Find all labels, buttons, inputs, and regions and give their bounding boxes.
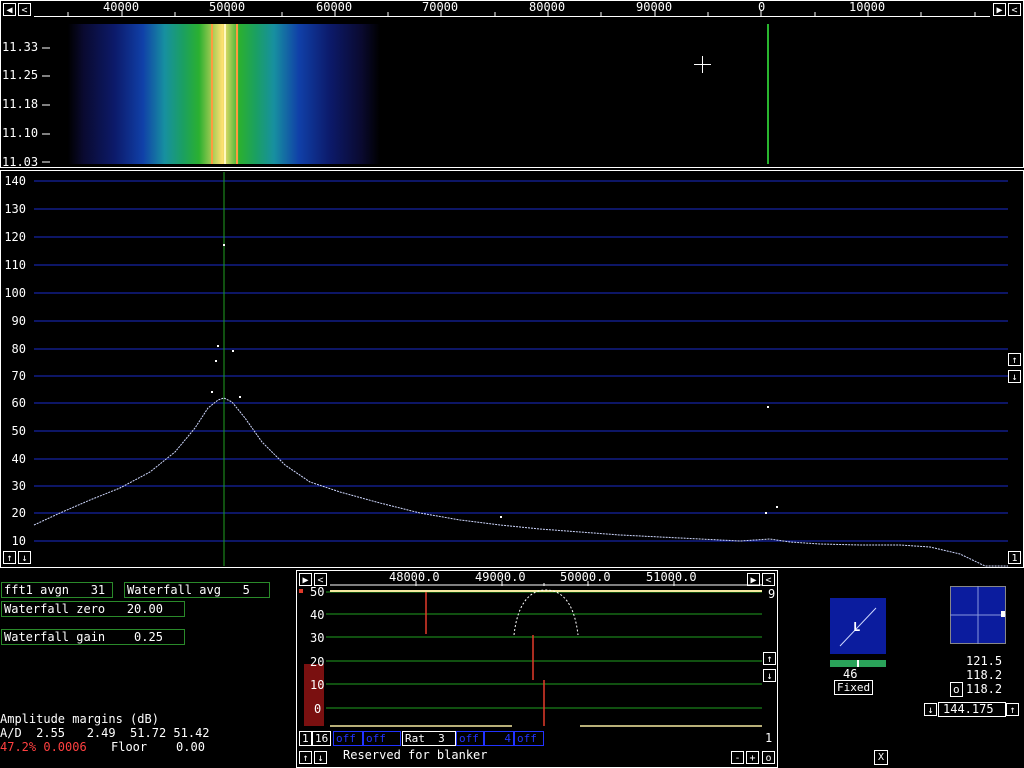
bb-scale-down-button[interactable]: ↓ <box>763 669 776 682</box>
smeter-bar-tick <box>857 660 859 667</box>
bb-off-button-2[interactable]: off <box>363 731 401 746</box>
freq-o-button[interactable]: o <box>950 682 963 697</box>
wf-time-ticks <box>42 47 50 163</box>
waterfall-green-line <box>767 24 769 164</box>
bb-right-num: 9 <box>768 587 776 601</box>
spectrum-y-label: 140 <box>4 174 26 188</box>
bb-y-label: 30 <box>310 631 325 645</box>
bb-off-button-3[interactable]: off <box>456 731 484 746</box>
spectrum-grid <box>33 172 1008 567</box>
bb-marker <box>299 589 303 593</box>
fft1-avgn-field[interactable]: fft1 avgn 31 <box>1 582 113 598</box>
bb-rat-button[interactable]: Rat 3 <box>402 731 456 746</box>
spectrum-scale-down-button[interactable]: ↓ <box>1008 370 1021 383</box>
bb-plus-button[interactable]: + <box>746 751 759 764</box>
spectrum-y-label: 90 <box>11 314 26 328</box>
bb-bits-button[interactable]: 16 <box>312 731 332 746</box>
spectrum-y-label: 10 <box>11 534 26 548</box>
spectrum-y-label: 40 <box>11 452 26 466</box>
spectrum-y-label: 130 <box>4 202 26 216</box>
bb-off-button-1[interactable]: off <box>333 731 363 746</box>
crosshair-cursor-icon <box>694 56 711 73</box>
bb-volume-up-button[interactable]: ↑ <box>299 751 312 764</box>
freq-value-2: 118.2 <box>966 668 1003 682</box>
bb-y-label: 50 <box>310 585 325 599</box>
spectrum-y-label: 60 <box>11 396 26 410</box>
bb-minus-button[interactable]: - <box>731 751 744 764</box>
waterfall-avg-field[interactable]: Waterfall avg 5 <box>124 582 270 598</box>
bb-y-label: 20 <box>310 655 325 669</box>
main-frequency: 144.175 <box>943 702 994 716</box>
bb-y-label: 0 <box>314 702 322 716</box>
bb-off-button-4[interactable]: off <box>514 731 544 746</box>
spectrum-zero-up-button[interactable]: ↑ <box>3 551 16 564</box>
smeter-value: 46 <box>843 667 858 681</box>
freq-up-button[interactable]: ↑ <box>1006 703 1019 716</box>
bb-y-label: 40 <box>310 608 325 622</box>
freq-down-button[interactable]: ↓ <box>924 703 937 716</box>
baseband-plot <box>304 581 762 727</box>
spectrum-zero-down-button[interactable]: ↓ <box>18 551 31 564</box>
spectrum-y-label: 30 <box>11 479 26 493</box>
bb-bottom-right-num: 1 <box>765 731 773 745</box>
spectrum-y-label: 80 <box>11 342 26 356</box>
spectrum-y-label: 20 <box>11 506 26 520</box>
waterfall-center-line <box>224 24 226 164</box>
bb-o-button[interactable]: o <box>762 751 775 764</box>
spectrum-scale-up-button[interactable]: ↑ <box>1008 353 1021 366</box>
freq-crosshair-icon <box>950 586 1006 644</box>
waterfall-orange-line <box>211 24 213 164</box>
waterfall-zero-field[interactable]: Waterfall zero 20.00 <box>1 601 185 617</box>
spectrum-y-label: 100 <box>4 286 26 300</box>
amplitude-margins-title: Amplitude margins (dB) <box>0 712 159 726</box>
ad-margins: A/D 2.55 2.49 51.72 51.42 <box>0 726 210 740</box>
bb-num-button[interactable]: 4 <box>484 731 514 746</box>
blanker-label: Reserved for blanker <box>343 748 488 762</box>
waterfall-gain-field[interactable]: Waterfall gain 0.25 <box>1 629 185 645</box>
bb-channel-button[interactable]: 1 <box>299 731 312 746</box>
bb-volume-down-button[interactable]: ↓ <box>314 751 327 764</box>
spectrum-y-label: 120 <box>4 230 26 244</box>
spectrum-avg-button[interactable]: 1 <box>1008 551 1021 564</box>
spectrum-y-label: 110 <box>4 258 26 272</box>
smeter-mode-button[interactable]: Fixed <box>834 680 874 695</box>
bb-y-label: 10 <box>310 678 325 692</box>
cpu-load: 47.2% 0.0006 <box>0 740 87 754</box>
freq-value-1: 121.5 <box>966 654 1003 668</box>
freq-value-3: 118.2 <box>966 682 1003 696</box>
spectrum-y-label: 50 <box>11 424 26 438</box>
smeter-letter: L <box>853 620 861 634</box>
wf-tick-marks <box>67 10 976 17</box>
close-button[interactable]: X <box>874 750 888 765</box>
floor-value: Floor 0.00 <box>111 740 205 754</box>
bb-scale-up-button[interactable]: ↑ <box>763 652 776 665</box>
waterfall-orange-line <box>236 24 238 164</box>
spectrum-y-label: 70 <box>11 369 26 383</box>
